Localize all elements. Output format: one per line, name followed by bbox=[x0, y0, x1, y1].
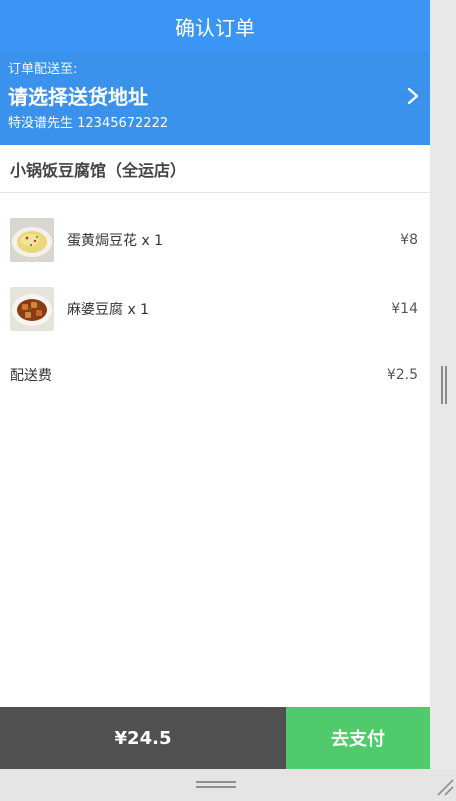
delivery-fee-row: 配送费 ¥2.5 bbox=[0, 355, 430, 395]
select-address-prompt: 请选择送货地址 bbox=[8, 85, 148, 109]
order-items-list: 蛋黄焗豆花 x 1 ¥8 麻婆豆腐 x 1 ¥14 bbox=[0, 193, 430, 343]
pay-button[interactable]: 去支付 bbox=[286, 707, 430, 769]
item-price: ¥8 bbox=[400, 231, 418, 248]
contact-info: 特没谱先生 12345672222 bbox=[8, 116, 169, 131]
chevron-right-icon bbox=[407, 87, 419, 105]
order-item: 蛋黄焗豆花 x 1 ¥8 bbox=[0, 205, 430, 274]
checkout-bar: ¥24.5 去支付 bbox=[0, 707, 430, 769]
page-header: 确认订单 bbox=[0, 0, 430, 52]
order-confirm-screen: 确认订单 订单配送至: 请选择送货地址 特没谱先生 12345672222 小锅… bbox=[0, 0, 430, 769]
resize-corner-icon[interactable] bbox=[436, 778, 454, 796]
order-item: 麻婆豆腐 x 1 ¥14 bbox=[0, 274, 430, 343]
dish-thumbnail-icon bbox=[10, 286, 54, 331]
page-title: 确认订单 bbox=[175, 15, 255, 40]
horizontal-grip-icon[interactable] bbox=[196, 780, 236, 790]
address-selector[interactable]: 订单配送至: 请选择送货地址 特没谱先生 12345672222 bbox=[0, 52, 430, 145]
shop-name: 小锅饭豆腐馆（全运店） bbox=[0, 145, 430, 193]
order-total: ¥24.5 bbox=[0, 707, 286, 769]
item-name: 蛋黄焗豆花 x 1 bbox=[67, 232, 164, 249]
deliver-to-label: 订单配送至: bbox=[8, 62, 78, 77]
item-name: 麻婆豆腐 x 1 bbox=[67, 301, 150, 318]
dish-thumbnail-icon bbox=[10, 217, 54, 262]
item-price: ¥14 bbox=[391, 300, 418, 317]
delivery-fee-label: 配送费 bbox=[10, 368, 52, 384]
delivery-fee-price: ¥2.5 bbox=[386, 367, 418, 383]
scroll-grip-icon[interactable] bbox=[440, 366, 448, 404]
